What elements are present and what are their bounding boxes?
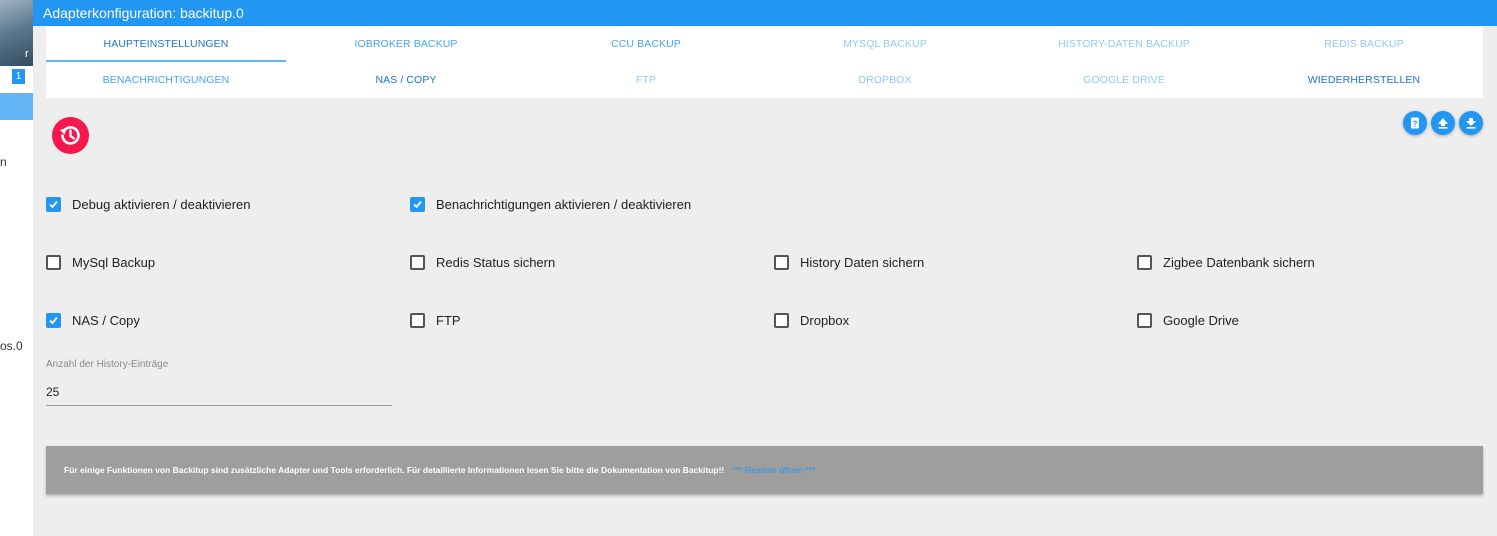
tab-google-drive[interactable]: Google Drive bbox=[1004, 62, 1244, 98]
checkbox-checked-icon[interactable] bbox=[46, 313, 61, 328]
readme-link[interactable]: *** Readme öffnen *** bbox=[733, 465, 816, 475]
checkbox-label: Google Drive bbox=[1163, 313, 1239, 328]
left-nav-strip: r 1 n os.0 bbox=[0, 0, 33, 536]
tab-wiederherstellen[interactable]: Wiederherstellen bbox=[1244, 62, 1484, 98]
checkbox-benachrichtigungen[interactable]: Benachrichtigungen aktivieren / deaktivi… bbox=[410, 197, 691, 212]
checkbox-google-drive[interactable]: Google Drive bbox=[1137, 313, 1239, 328]
checkbox-label: MySql Backup bbox=[72, 255, 156, 270]
help-icon: ? bbox=[1411, 117, 1419, 129]
checkbox-label: NAS / Copy bbox=[72, 313, 140, 328]
checkbox-label: Redis Status sichern bbox=[436, 255, 556, 270]
tab-bar: Haupteinstellungen ioBroker Backup CCU B… bbox=[46, 26, 1483, 98]
checkbox-label: Zigbee Datenbank sichern bbox=[1163, 255, 1315, 270]
dialog-title: Adapterkonfiguration: backitup.0 bbox=[43, 5, 244, 21]
count-badge: 1 bbox=[12, 69, 25, 84]
checkbox-box[interactable] bbox=[1137, 255, 1152, 270]
history-count-input[interactable] bbox=[46, 378, 392, 406]
checkbox-label: FTP bbox=[436, 313, 461, 328]
checkbox-box[interactable] bbox=[774, 255, 789, 270]
checkbox-label: Dropbox bbox=[800, 313, 850, 328]
svg-text:?: ? bbox=[1413, 120, 1418, 129]
download-button[interactable] bbox=[1459, 111, 1483, 135]
tab-ccu-backup[interactable]: CCU Backup bbox=[526, 26, 766, 62]
nav-item-partial-1[interactable]: n bbox=[0, 155, 7, 169]
nav-item-partial-2[interactable]: os.0 bbox=[0, 339, 23, 353]
tab-nas-copy[interactable]: NAS / Copy bbox=[286, 62, 526, 98]
checkbox-mysql-backup[interactable]: MySql Backup bbox=[46, 255, 155, 270]
tab-redis-backup[interactable]: Redis Backup bbox=[1244, 26, 1484, 62]
checkbox-label: History Daten sichern bbox=[800, 255, 925, 270]
tab-ftp[interactable]: FTP bbox=[526, 62, 766, 98]
upload-button[interactable] bbox=[1431, 111, 1455, 135]
download-icon bbox=[1466, 118, 1476, 129]
upload-icon bbox=[1438, 118, 1448, 129]
dialog-header: Adapterkonfiguration: backitup.0 bbox=[33, 0, 1497, 26]
checkbox-checked-icon[interactable] bbox=[410, 197, 425, 212]
tab-mysql-backup[interactable]: MySql Backup bbox=[765, 26, 1005, 62]
history-count-label: Anzahl der History-Einträge bbox=[46, 359, 169, 370]
help-button[interactable]: ? bbox=[1403, 111, 1427, 135]
checkbox-debug[interactable]: Debug aktivieren / deaktivieren bbox=[46, 197, 251, 212]
tab-iobroker-backup[interactable]: ioBroker Backup bbox=[286, 26, 526, 62]
checkbox-box[interactable] bbox=[1137, 313, 1152, 328]
info-text-row: Für einige Funktionen von Backitup sind … bbox=[64, 465, 815, 475]
tab-benachrichtigungen[interactable]: Benachrichtigungen bbox=[46, 62, 286, 98]
checkbox-nas-copy[interactable]: NAS / Copy bbox=[46, 313, 140, 328]
tab-history-daten-backup[interactable]: History-Daten Backup bbox=[1004, 26, 1244, 62]
checkbox-box[interactable] bbox=[410, 313, 425, 328]
checkbox-dropbox[interactable]: Dropbox bbox=[774, 313, 849, 328]
checkbox-box[interactable] bbox=[410, 255, 425, 270]
nav-item-selected[interactable] bbox=[0, 93, 33, 120]
info-panel: Für einige Funktionen von Backitup sind … bbox=[46, 446, 1483, 494]
checkbox-redis-status[interactable]: Redis Status sichern bbox=[410, 255, 555, 270]
checkbox-zigbee[interactable]: Zigbee Datenbank sichern bbox=[1137, 255, 1315, 270]
backitup-logo-icon bbox=[52, 117, 89, 154]
checkbox-ftp[interactable]: FTP bbox=[410, 313, 461, 328]
avatar: r bbox=[0, 0, 33, 66]
checkbox-checked-icon[interactable] bbox=[46, 197, 61, 212]
checkbox-history-daten[interactable]: History Daten sichern bbox=[774, 255, 924, 270]
tab-haupteinstellungen[interactable]: Haupteinstellungen bbox=[46, 26, 286, 62]
checkbox-label: Debug aktivieren / deaktivieren bbox=[72, 197, 251, 212]
checkbox-label: Benachrichtigungen aktivieren / deaktivi… bbox=[436, 197, 692, 212]
checkbox-box[interactable] bbox=[46, 255, 61, 270]
checkbox-box[interactable] bbox=[774, 313, 789, 328]
avatar-label: r bbox=[25, 48, 29, 60]
info-text: Für einige Funktionen von Backitup sind … bbox=[64, 465, 725, 475]
tab-dropbox[interactable]: Dropbox bbox=[765, 62, 1005, 98]
